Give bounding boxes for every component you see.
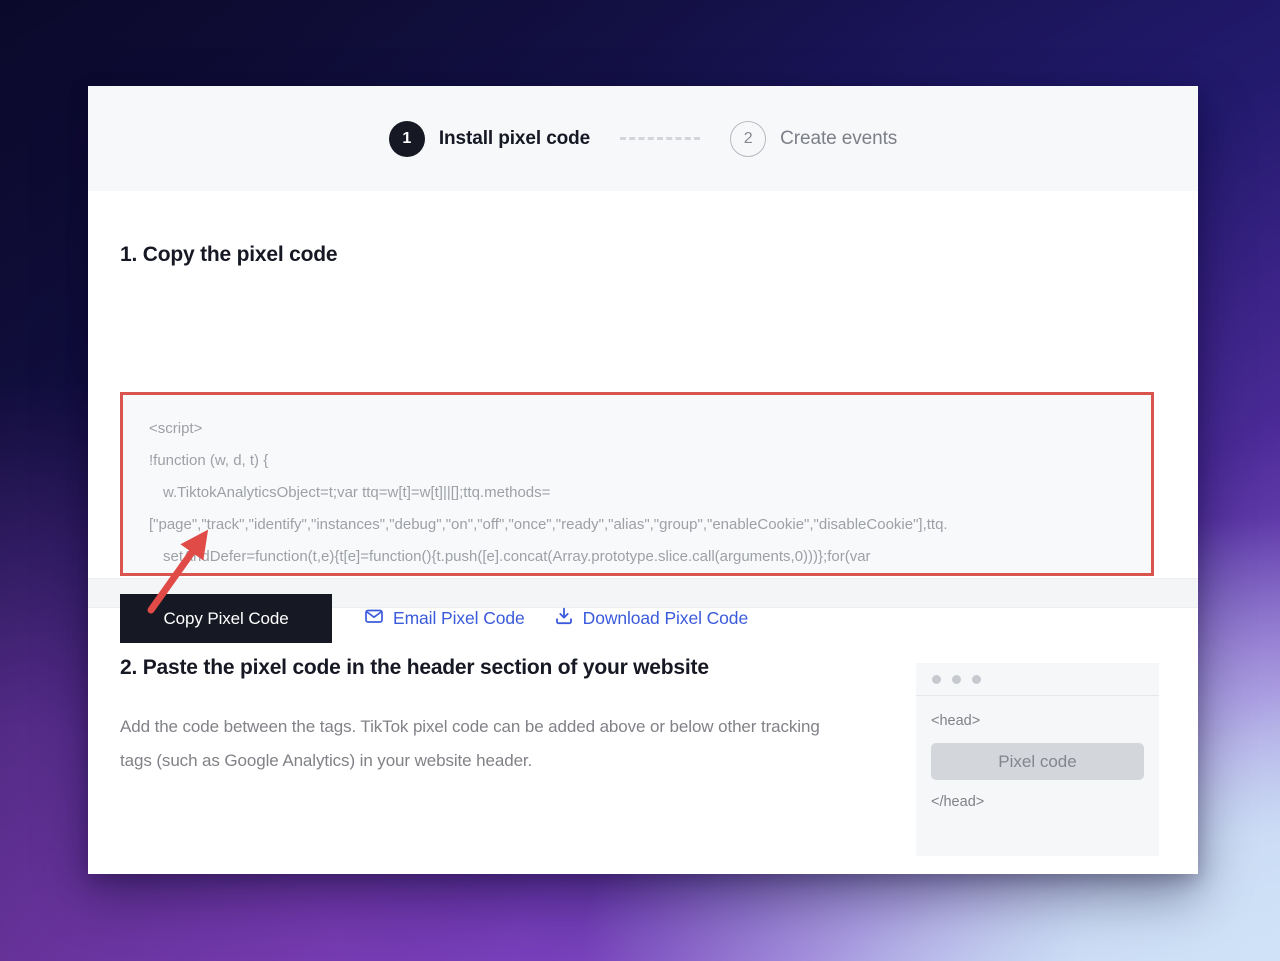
code-line: ["page","track","identify","instances","… — [149, 516, 948, 533]
head-open-tag: <head> — [931, 713, 981, 729]
step-2-badge: 2 — [730, 120, 767, 157]
step-1-badge: 1 — [388, 120, 425, 157]
browser-mock-body: <head> Pixel code </head> — [916, 696, 1159, 810]
section-paste-pixel-code: 2. Paste the pixel code in the header se… — [88, 608, 1198, 874]
code-line: w.TiktokAnalyticsObject=t;var ttq=w[t]=w… — [163, 484, 551, 501]
pixel-code-block[interactable]: <script> !function (w, d, t) { w.TiktokA… — [120, 392, 1154, 576]
pixel-code-placeholder: Pixel code — [931, 743, 1144, 780]
browser-dot-icon — [932, 674, 941, 684]
section-copy-pixel-code: 1. Copy the pixel code <script> !functio… — [88, 191, 1198, 643]
install-pixel-card: 1 Install pixel code 2 Create events 1. … — [88, 86, 1198, 874]
step-1-label: Install pixel code — [438, 127, 591, 149]
section-two-body-text: Add the code between the tags. TikTok pi… — [120, 717, 820, 770]
step-create-events[interactable]: 2 Create events — [730, 120, 898, 157]
browser-dot-icon — [972, 674, 981, 684]
section-one-heading: 1. Copy the pixel code — [120, 243, 338, 266]
code-line: <script> — [149, 420, 203, 437]
browser-dot-icon — [952, 674, 961, 684]
step-2-label: Create events — [780, 127, 898, 149]
browser-window-mockup: <head> Pixel code </head> — [916, 663, 1159, 856]
browser-mock-titlebar — [916, 663, 1159, 696]
step-install-pixel-code[interactable]: 1 Install pixel code — [388, 120, 591, 157]
code-line: setAndDefer=function(t,e){t[e]=function(… — [163, 548, 871, 565]
section-two-text-column: 2. Paste the pixel code in the header se… — [120, 608, 890, 874]
code-line: !function (w, d, t) { — [149, 452, 269, 469]
section-two-heading: 2. Paste the pixel code in the header se… — [120, 656, 709, 679]
head-close-tag: </head> — [931, 794, 985, 810]
step-connector-dashed-line — [620, 137, 701, 140]
stepper-header: 1 Install pixel code 2 Create events — [88, 86, 1198, 191]
